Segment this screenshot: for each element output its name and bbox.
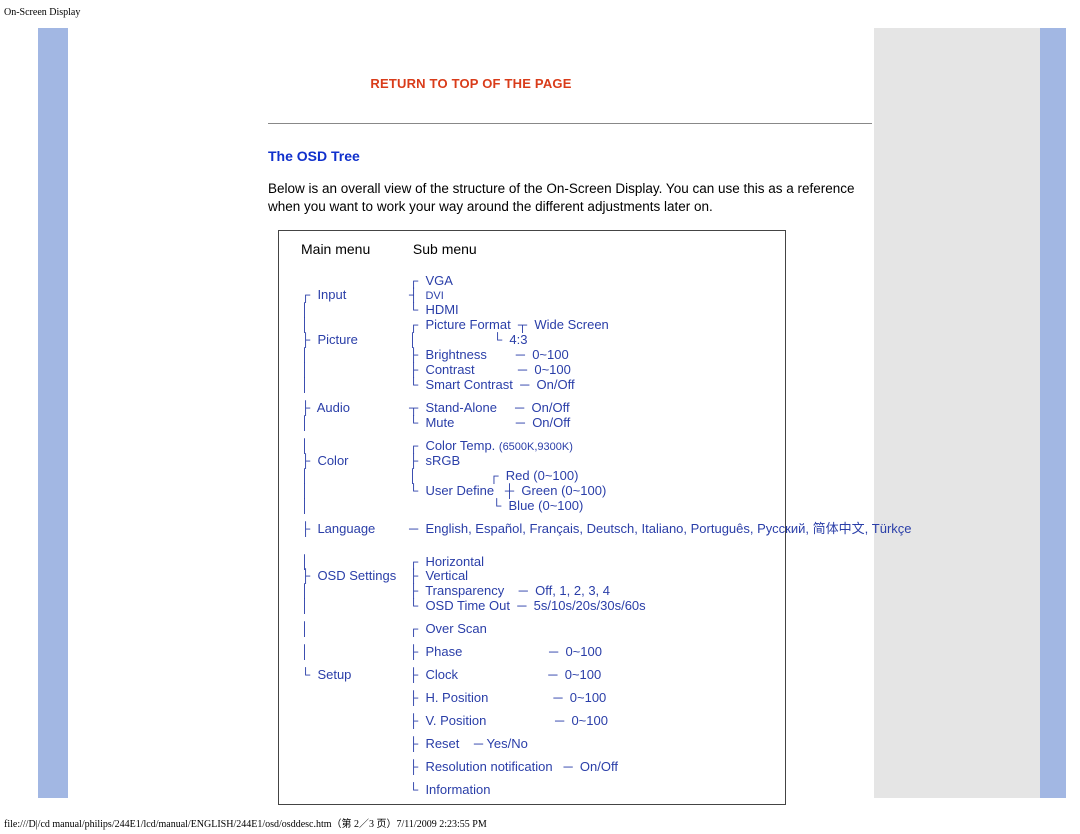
divider bbox=[268, 123, 872, 124]
osd-tree-diagram: Main menu Sub menu ┌ VGA ┌ Input┤ DVI │└… bbox=[278, 230, 786, 804]
window-title: On-Screen Display bbox=[4, 7, 80, 18]
intro-paragraph: Below is an overall view of the structur… bbox=[268, 180, 858, 216]
sub-menu-header: Sub menu bbox=[413, 241, 477, 257]
section-heading: The OSD Tree bbox=[268, 148, 874, 164]
right-stripe bbox=[1040, 28, 1066, 798]
right-margin bbox=[874, 28, 1040, 798]
return-to-top-link[interactable]: RETURN TO TOP OF THE PAGE bbox=[68, 76, 874, 91]
content-area: RETURN TO TOP OF THE PAGE The OSD Tree B… bbox=[68, 28, 874, 798]
footer-path: file:///D|/cd manual/philips/244E1/lcd/m… bbox=[4, 815, 487, 830]
main-menu-header: Main menu bbox=[301, 241, 409, 257]
left-stripe bbox=[38, 28, 68, 798]
